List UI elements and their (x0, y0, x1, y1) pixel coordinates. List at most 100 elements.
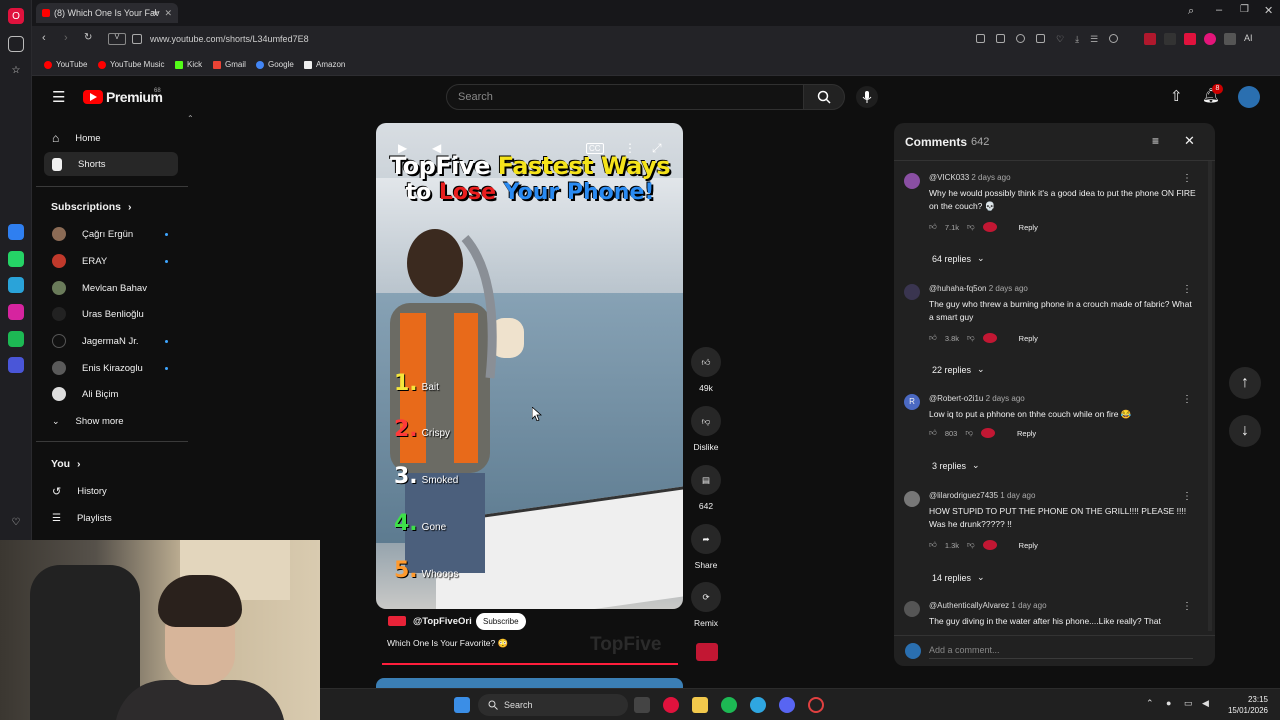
view-replies-button[interactable]: 3 replies ⌄ (932, 460, 980, 471)
close-icon[interactable]: ✕ (1184, 133, 1195, 149)
search-tabs-icon[interactable]: ⌕ (1188, 5, 1194, 18)
remix-button[interactable]: ⟳ Remix (690, 582, 722, 628)
microphone-tray-icon[interactable]: ● (1166, 698, 1171, 708)
taskbar-search[interactable]: Search (478, 694, 628, 716)
next-short-button[interactable]: ↓ (1229, 415, 1261, 447)
menu-icon[interactable]: ☰ (1090, 34, 1098, 46)
spotify-taskbar-icon[interactable] (721, 697, 737, 713)
subscription-item[interactable]: JagermaN Jr. (44, 329, 178, 353)
comment-author[interactable]: @VICK033 2 days ago (929, 173, 1011, 182)
site-info-icon[interactable] (132, 34, 142, 44)
telegram-icon[interactable] (8, 277, 24, 293)
reload-icon[interactable]: ↻ (84, 32, 92, 43)
star-icon[interactable]: ☆ (8, 62, 24, 78)
thumbs-down-icon[interactable]: 👎︎ (967, 333, 975, 343)
subscribe-button[interactable]: Subscribe (476, 613, 526, 630)
view-replies-button[interactable]: 64 replies ⌄ (932, 253, 985, 264)
extension-icon[interactable] (1144, 33, 1156, 45)
thumbs-down-icon[interactable]: 👎︎ (967, 540, 975, 550)
close-window-icon[interactable]: ✕ (1264, 4, 1273, 17)
video-progress-bar[interactable] (382, 663, 678, 665)
ai-icon[interactable]: AI (1244, 33, 1253, 45)
thumbs-down-icon[interactable]: 👎︎ (965, 428, 973, 438)
channel-avatar[interactable] (388, 616, 406, 626)
shorts-video-player[interactable]: TopFive Fastest Ways to Lose Your Phone!… (376, 123, 683, 609)
previous-short-button[interactable]: ↑ (1229, 367, 1261, 399)
messenger-icon[interactable] (8, 224, 24, 240)
edit-icon[interactable] (976, 34, 985, 43)
reply-button[interactable]: Reply (1019, 223, 1038, 232)
hamburger-menu-icon[interactable]: ☰ (52, 88, 65, 106)
file-explorer-icon[interactable] (692, 697, 708, 713)
bookmark-amazon[interactable]: Amazon (304, 60, 345, 69)
reply-button[interactable]: Reply (1019, 334, 1038, 343)
more-options-icon[interactable]: ⋮ (1182, 394, 1192, 405)
avatar[interactable] (904, 601, 920, 617)
maximize-icon[interactable]: ❐ (1240, 4, 1249, 15)
thumbs-up-icon[interactable]: 👍︎ (929, 333, 937, 343)
play-icon[interactable]: ▶ (398, 141, 407, 155)
upload-icon[interactable]: ⇧ (1170, 87, 1183, 105)
search-button[interactable] (803, 84, 845, 110)
nav-home[interactable]: ⌂ Home (44, 126, 178, 150)
more-options-icon[interactable]: ⋮ (1182, 491, 1192, 502)
nav-shorts[interactable]: Shorts (44, 152, 178, 176)
chevron-up-icon[interactable]: ⌃ (1146, 698, 1154, 709)
avatar[interactable] (904, 491, 920, 507)
more-options-icon[interactable]: ⋮ (1182, 284, 1192, 295)
volume-icon[interactable]: ◀︎ (432, 141, 441, 155)
shield-icon[interactable] (1016, 34, 1025, 43)
view-replies-button[interactable]: 22 replies ⌄ (932, 364, 985, 375)
comment-author[interactable]: @huhaha-fq5on 2 days ago (929, 284, 1028, 293)
chevron-up-icon[interactable]: ⌃ (187, 114, 194, 123)
sort-icon[interactable]: ≡ (1152, 134, 1159, 148)
app-taskbar-icon[interactable] (808, 697, 824, 713)
like-button[interactable]: 👍︎ 49k (690, 347, 722, 393)
comment-author[interactable]: @Robert-o2i1u 2 days ago (929, 394, 1025, 403)
avatar[interactable]: R (904, 394, 920, 410)
avatar[interactable] (1238, 86, 1260, 108)
thumbs-up-icon[interactable]: 👍︎ (929, 540, 937, 550)
vpn-badge-icon[interactable]: V (108, 33, 126, 45)
thumbs-up-icon[interactable]: 👍︎ (929, 222, 937, 232)
comments-scrollbar[interactable] (1208, 161, 1212, 631)
subscription-item[interactable]: Ali Biçim (44, 382, 178, 406)
thumbs-up-icon[interactable]: 👍︎ (929, 428, 937, 438)
avatar[interactable] (904, 284, 920, 300)
more-options-icon[interactable]: ⋮ (1182, 601, 1192, 612)
network-icon[interactable]: ▭ (1184, 698, 1193, 709)
minimize-icon[interactable]: – (1216, 4, 1222, 16)
more-options-icon[interactable]: ⋮ (624, 141, 636, 155)
reply-button[interactable]: Reply (1019, 541, 1038, 550)
next-short-preview[interactable] (376, 678, 683, 688)
subscriptions-header[interactable]: Subscriptions › (51, 201, 131, 213)
fullscreen-icon[interactable]: ⤢ (652, 141, 662, 156)
comment-author[interactable]: @AuthenticallyAlvarez 1 day ago (929, 601, 1047, 610)
opera-logo-icon[interactable]: O (8, 8, 24, 24)
profile-icon[interactable] (1109, 34, 1119, 43)
show-more-button[interactable]: ⌄ Show more (44, 409, 178, 433)
instagram-icon[interactable] (8, 304, 24, 320)
bookmark-kick[interactable]: Kick (175, 60, 202, 69)
extension-icon[interactable] (1164, 33, 1176, 45)
nav-history[interactable]: ↺ History (44, 479, 178, 503)
add-comment-input[interactable]: Add a comment... (929, 645, 1193, 659)
bookmark-youtube-music[interactable]: YouTube Music (98, 60, 165, 69)
subscription-item[interactable]: Mevlcan Bahav (44, 276, 178, 300)
more-options-icon[interactable]: ⋮ (1182, 173, 1192, 184)
whatsapp-icon[interactable] (8, 251, 24, 267)
play-icon[interactable] (1036, 34, 1045, 43)
download-icon[interactable]: ⤓ (1075, 34, 1079, 46)
extension-icon[interactable] (1204, 33, 1216, 45)
nav-playlists[interactable]: ☰ Playlists (44, 506, 178, 530)
task-view-icon[interactable] (634, 697, 650, 713)
camera-icon[interactable] (996, 34, 1005, 43)
bookmark-gmail[interactable]: Gmail (213, 60, 246, 69)
share-button[interactable]: ➦ Share (690, 524, 722, 570)
bookmark-youtube[interactable]: YouTube (44, 60, 87, 69)
reply-button[interactable]: Reply (1017, 429, 1036, 438)
heart-outline-icon[interactable]: ♡ (1056, 34, 1064, 46)
bookmark-google[interactable]: Google (256, 60, 294, 69)
home-icon[interactable] (8, 36, 24, 52)
subscription-item[interactable]: Enis Kirazoglu (44, 356, 178, 380)
